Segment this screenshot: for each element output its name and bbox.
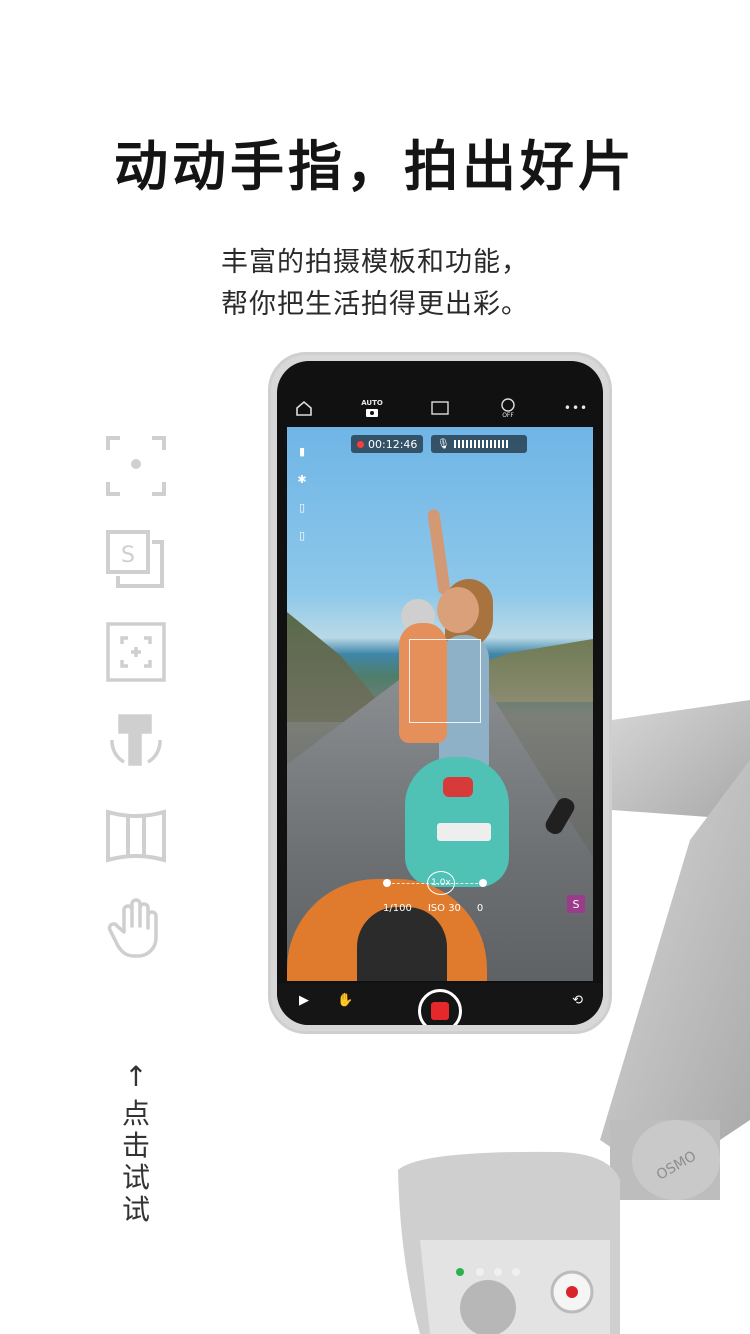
switch-camera-icon[interactable]: ⟲ (572, 993, 583, 1008)
panorama-icon[interactable] (104, 804, 168, 868)
record-dot-icon (357, 440, 364, 448)
4k-icon[interactable] (427, 395, 453, 421)
raised-arm (427, 508, 451, 596)
foreground-dashboard (357, 907, 447, 981)
camera-icon (366, 409, 378, 417)
battery-icon: ▯ (298, 500, 306, 514)
ev-value[interactable]: 0 (477, 903, 483, 914)
woman-head (437, 587, 479, 633)
scooter-taillight (443, 777, 473, 797)
story-mode-icon[interactable]: S (104, 528, 168, 592)
face-off-label: OFF (502, 411, 514, 419)
mic-icon: 🎙 (437, 438, 450, 450)
rotate-gimbal-icon[interactable] (104, 710, 168, 774)
hill-left (287, 612, 377, 722)
more-menu-button[interactable]: ••• (563, 395, 589, 421)
gesture-hand-icon[interactable] (104, 896, 168, 960)
shutter-value[interactable]: 1/100 (383, 903, 412, 914)
activetrack-icon[interactable] (104, 620, 168, 684)
tracking-box[interactable] (409, 639, 481, 723)
try-hint-char: 试 (121, 1193, 150, 1226)
zoom-min-dot (383, 879, 391, 887)
phone-screen: AUTO OFF ••• 00:12:46 🎙 ▮ ✱ ▯ ▯ 1.0x 1/1… (277, 361, 603, 1025)
record-timer: 00:12:46 (351, 435, 423, 453)
record-button[interactable] (418, 989, 462, 1025)
auto-mode-label: AUTO (361, 399, 383, 407)
license-plate (437, 823, 491, 841)
record-time: 00:12:46 (368, 437, 418, 451)
left-toolbar: ▮ ✱ ▯ ▯ (293, 437, 311, 549)
zoom-button[interactable]: 1.0x (427, 871, 455, 895)
up-arrow-icon: ↑ (124, 1060, 148, 1093)
svg-text:OSMO: OSMO (654, 1148, 699, 1183)
try-hint-char: 试 (121, 1161, 150, 1194)
audio-level-bar (453, 440, 508, 448)
face-off-icon[interactable]: OFF (495, 395, 521, 421)
auto-mode-button[interactable]: AUTO (359, 395, 385, 421)
audio-meter: 🎙 (431, 435, 527, 453)
iso-label: ISO (427, 903, 445, 914)
playback-icon[interactable]: ▶ (299, 993, 309, 1008)
exposure-params: 1/100 ISO 30 0 (383, 903, 483, 914)
record-stop-icon (431, 1002, 449, 1020)
try-hint-text[interactable]: 点 击 试 试 (120, 1098, 152, 1226)
svg-text:S: S (121, 543, 135, 568)
camera-bottom-bar: ▶ ✋ ⟲ (277, 983, 603, 1025)
camera-viewfinder[interactable]: 00:12:46 🎙 ▮ ✱ ▯ ▯ 1.0x 1/100 ISO 30 0 S (287, 427, 593, 981)
gesture-icon[interactable]: ✋ (337, 993, 353, 1008)
sparkle-icon[interactable]: ✱ (293, 465, 311, 493)
home-icon[interactable] (291, 395, 317, 421)
camera-topbar: AUTO OFF ••• (277, 391, 603, 425)
phone-mockup: AUTO OFF ••• 00:12:46 🎙 ▮ ✱ ▯ ▯ 1.0x 1/1… (268, 352, 612, 1034)
subtitle-line-2: 帮你把生活拍得更出彩。 (221, 289, 529, 320)
try-hint-char: 击 (121, 1129, 150, 1162)
story-badge[interactable]: S (567, 895, 585, 913)
phone-battery-icon: ▯ (298, 528, 306, 542)
gimbal-mode-icon[interactable]: ▮ (293, 437, 311, 465)
iso-group[interactable]: ISO 30 (428, 903, 461, 914)
zoom-max-dot (479, 879, 487, 887)
page-title: 动动手指，拍出好片 (114, 135, 636, 198)
try-hint-char: 点 (121, 1097, 150, 1130)
face-focus-icon[interactable] (104, 434, 168, 498)
subtitle-line-1: 丰富的拍摄模板和功能， (221, 247, 529, 278)
iso-value: 30 (448, 903, 461, 914)
